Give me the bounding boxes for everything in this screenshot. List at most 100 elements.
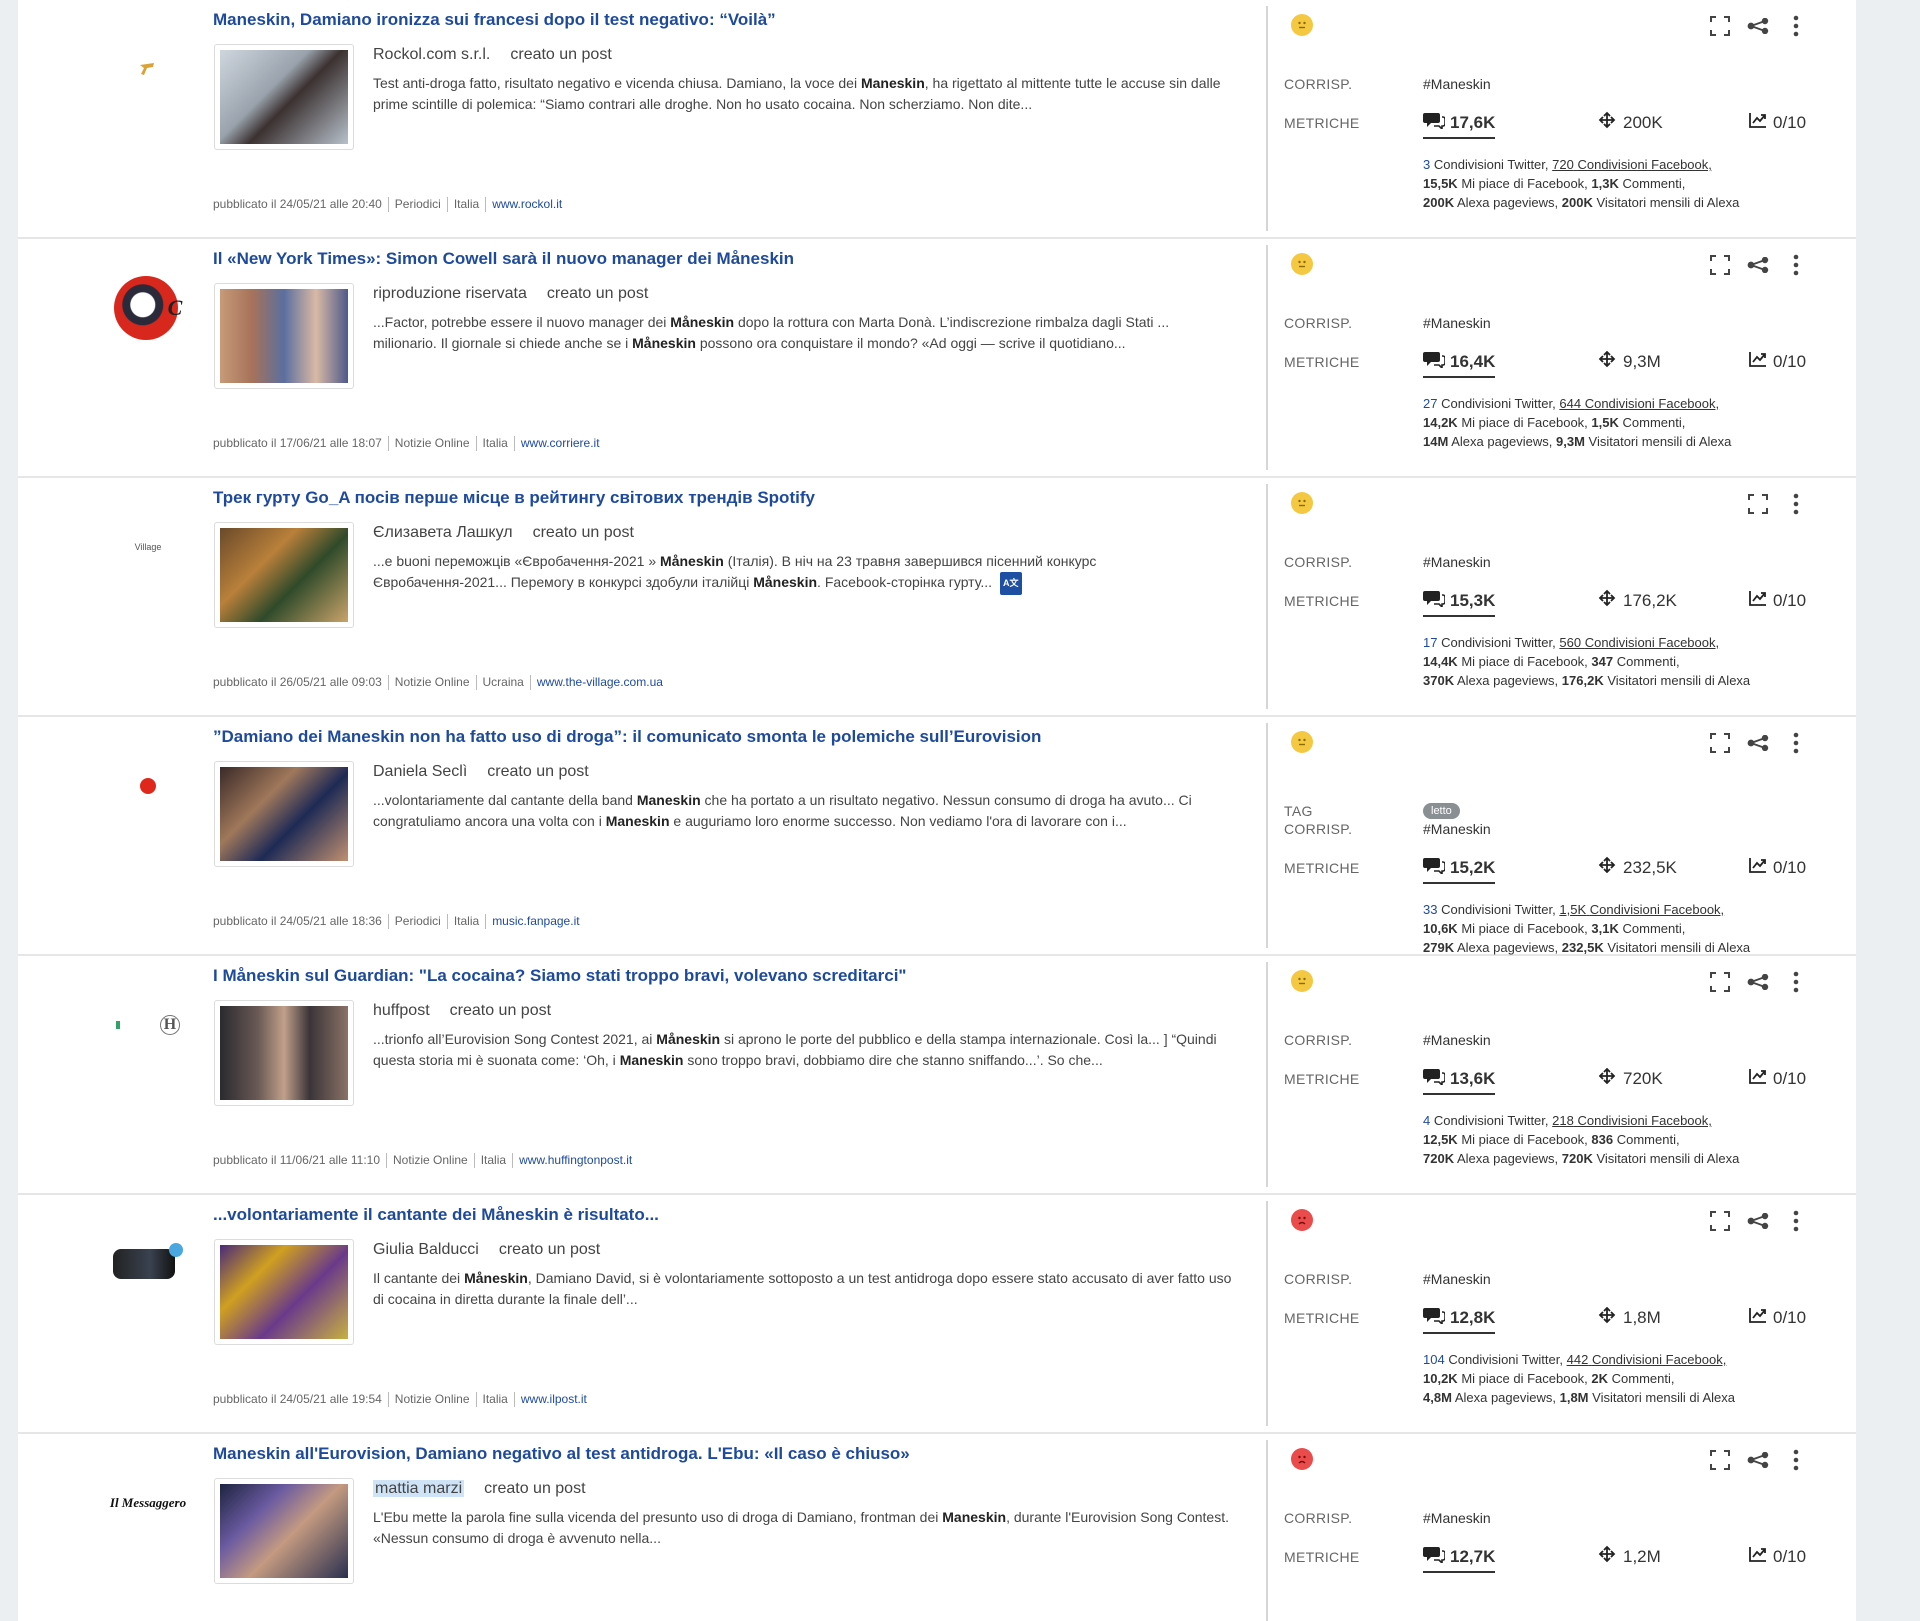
author-name[interactable]: Rockol.com s.r.l. [373,46,490,63]
author-name[interactable]: Giulia Balducci [373,1241,479,1258]
source-url-link[interactable]: www.the-village.com.ua [537,675,663,689]
more-options-icon[interactable] [1784,253,1808,277]
trend-icon [1748,111,1768,134]
article-card: Maneskin, Damiano ironizza sui francesi … [18,0,1856,239]
publication-meta: pubblicato il 17/06/21 alle 18:07 Notizie… [213,436,600,452]
facebook-shares-link[interactable]: 218 Condivisioni Facebook, [1552,1113,1712,1128]
comments-metric[interactable]: 15,3K [1423,589,1496,617]
translate-icon[interactable]: A文 [1000,572,1022,595]
article-title-link[interactable]: Трек гурту Go_A посів перше місце в рейт… [213,488,1243,508]
expand-icon[interactable] [1708,14,1732,38]
divider [1266,1201,1268,1426]
article-thumbnail[interactable] [214,44,354,150]
more-options-icon[interactable] [1784,14,1808,38]
source-url-link[interactable]: music.fanpage.it [492,914,579,928]
article-thumbnail[interactable] [214,1000,354,1106]
negative-sentiment-icon[interactable] [1291,1209,1313,1231]
neutral-sentiment-icon[interactable] [1291,492,1313,514]
share-icon[interactable] [1746,970,1770,994]
share-icon[interactable] [1746,731,1770,755]
comments-metric[interactable]: 16,4K [1423,350,1496,378]
reach-icon [1596,1306,1618,1329]
twitter-shares-count[interactable]: 17 [1423,635,1437,650]
twitter-shares-count[interactable]: 104 [1423,1352,1445,1367]
comments-metric[interactable]: 17,6K [1423,111,1496,139]
author-name[interactable]: mattia marzi [373,1480,465,1497]
article-title-link[interactable]: Maneskin, Damiano ironizza sui francesi … [213,10,1243,30]
source-logo[interactable]: H [98,990,198,1060]
article-title-link[interactable]: Maneskin all'Eurovision, Damiano negativ… [213,1444,1243,1464]
expand-icon[interactable] [1746,492,1770,516]
expand-icon[interactable] [1708,1448,1732,1472]
neutral-sentiment-icon[interactable] [1291,253,1313,275]
snippet-text: ...trionfo all’Eurovision Song Contest 2… [373,1031,1217,1068]
source-logo[interactable] [98,1229,198,1299]
twitter-shares-count[interactable]: 3 [1423,157,1430,172]
created-post-label: creato un post [510,46,612,63]
more-options-icon[interactable] [1784,1448,1808,1472]
article-title-link[interactable]: ...volontariamente il cantante dei Månes… [213,1205,1243,1225]
share-icon[interactable] [1746,1209,1770,1233]
neutral-sentiment-icon[interactable] [1291,970,1313,992]
source-logo[interactable]: Il Messaggero [98,1468,198,1538]
article-thumbnail[interactable] [214,283,354,389]
author-name[interactable]: riproduzione riservata [373,285,527,302]
tag-badge[interactable]: letto [1423,803,1460,819]
source-logo[interactable]: Village [98,512,198,582]
score-metric: 0/10 [1748,350,1806,373]
source-url-link[interactable]: www.huffingtonpost.it [519,1153,632,1167]
expand-icon[interactable] [1708,253,1732,277]
more-options-icon[interactable] [1784,492,1808,516]
comments-metric[interactable]: 12,7K [1423,1545,1496,1573]
reach-icon [1596,1067,1618,1090]
publication-meta: pubblicato il 24/05/21 alle 18:36 Periodi… [213,914,580,930]
comments-metric[interactable]: 12,8K [1423,1306,1496,1334]
expand-icon[interactable] [1708,970,1732,994]
facebook-shares-link[interactable]: 1,5K Condivisioni Facebook, [1559,902,1724,917]
source-url-link[interactable]: www.corriere.it [521,436,600,450]
article-title-link[interactable]: ”Damiano dei Maneskin non ha fatto uso d… [213,727,1243,747]
facebook-shares-link[interactable]: 560 Condivisioni Facebook, [1559,635,1719,650]
match-keyword: #Maneskin [1423,315,1491,331]
share-icon[interactable] [1746,14,1770,38]
more-options-icon[interactable] [1784,970,1808,994]
created-post-label: creato un post [546,285,649,302]
twitter-shares-count[interactable]: 4 [1423,1113,1430,1128]
more-options-icon[interactable] [1784,731,1808,755]
article-thumbnail[interactable] [214,761,354,867]
twitter-shares-count[interactable]: 33 [1423,902,1437,917]
article-thumbnail[interactable] [214,1239,354,1345]
reach-icon [1596,589,1618,612]
article-thumbnail[interactable] [214,522,354,628]
publication-meta: pubblicato il 24/05/21 alle 20:40 Periodi… [213,197,562,213]
negative-sentiment-icon[interactable] [1291,1448,1313,1470]
source-url-link[interactable]: www.rockol.it [492,197,562,211]
share-icon[interactable] [1746,253,1770,277]
media-category: Notizie Online [394,1392,470,1406]
author-name[interactable]: Daniela Seclì [373,763,467,780]
facebook-shares-link[interactable]: 644 Condivisioni Facebook, [1559,396,1719,411]
neutral-sentiment-icon[interactable] [1291,731,1313,753]
article-thumbnail[interactable] [214,1478,354,1584]
more-options-icon[interactable] [1784,1209,1808,1233]
comments-metric[interactable]: 13,6K [1423,1067,1496,1095]
source-logo[interactable] [98,34,198,104]
comments-metric[interactable]: 15,2K [1423,856,1496,884]
source-url-link[interactable]: www.ilpost.it [521,1392,587,1406]
twitter-shares-count[interactable]: 27 [1423,396,1437,411]
neutral-sentiment-icon[interactable] [1291,14,1313,36]
article-title-link[interactable]: I Måneskin sul Guardian: "La cocaina? Si… [213,966,1243,986]
facebook-shares-link[interactable]: 720 Condivisioni Facebook, [1552,157,1712,172]
expand-icon[interactable] [1708,731,1732,755]
article-title-link[interactable]: Il «New York Times»: Simon Cowell sarà i… [213,249,1243,269]
share-icon[interactable] [1746,1448,1770,1472]
trend-icon [1748,589,1768,612]
facebook-shares-link[interactable]: 442 Condivisioni Facebook, [1567,1352,1727,1367]
author-name[interactable]: Єлизавета Лашкул [373,524,513,541]
source-logo[interactable] [98,751,198,821]
article-card: H I Måneskin sul Guardian: "La cocaina? S… [18,956,1856,1195]
source-logo[interactable]: C [98,273,198,343]
comment-icon [1423,589,1446,612]
author-name[interactable]: huffpost [373,1002,430,1019]
expand-icon[interactable] [1708,1209,1732,1233]
